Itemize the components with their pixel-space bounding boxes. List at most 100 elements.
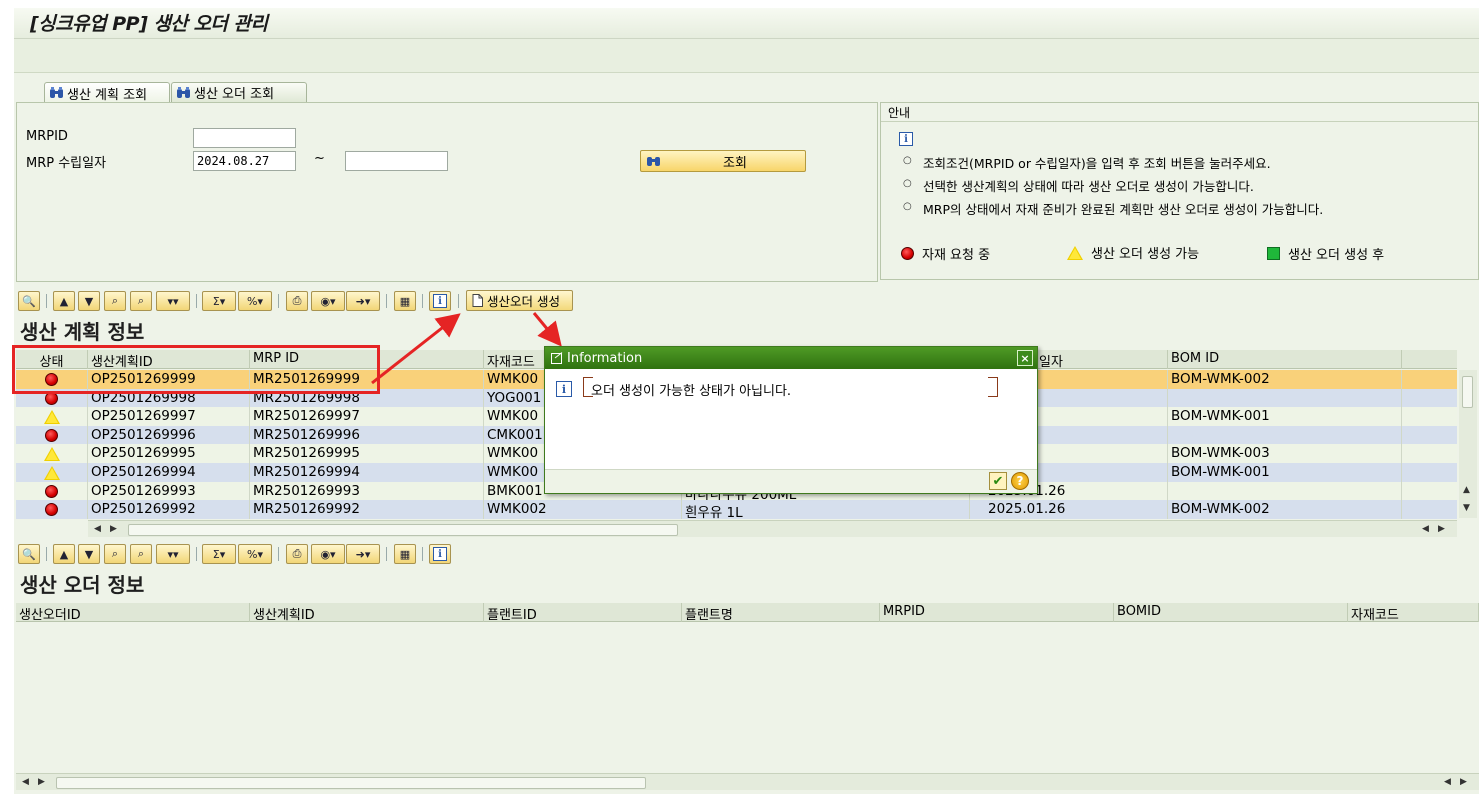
create-order-button[interactable]: 생산오더 생성: [466, 290, 573, 311]
table-row[interactable]: OP2501269992 MR2501269992 WMK002 흰우유 1L 2025…: [16, 500, 1457, 520]
filter-icon[interactable]: ▾▾: [156, 291, 190, 311]
column-header-mrp-id[interactable]: MRP ID: [250, 350, 484, 369]
column-header-bom-id[interactable]: BOM ID: [1168, 350, 1402, 369]
bom-id-cell[interactable]: BOM-WMK-003: [1168, 444, 1402, 464]
views-icon[interactable]: ◉▾: [311, 291, 345, 311]
plan-id-cell[interactable]: OP2501269993: [88, 481, 250, 501]
scroll-left-arrow-icon[interactable]: ◀: [94, 524, 101, 534]
column-header-material-code[interactable]: 자재코드: [1348, 603, 1479, 622]
mrp-id-cell[interactable]: MR2501269992: [250, 500, 484, 520]
print-icon[interactable]: ⎙: [286, 291, 308, 311]
mrp-id-cell[interactable]: MR2501269995: [250, 444, 484, 464]
plan-id-cell[interactable]: OP2501269992: [88, 500, 250, 520]
tab-plan-query[interactable]: 생산 계획 조회: [44, 82, 170, 103]
plan-id-cell[interactable]: OP2501269997: [88, 407, 250, 427]
column-header-bomid[interactable]: BOMID: [1114, 603, 1348, 622]
plan-id-cell[interactable]: OP2501269995: [88, 444, 250, 464]
subtotal-icon[interactable]: %▾: [238, 544, 272, 564]
scroll-right-arrow-icon[interactable]: ▶: [38, 777, 45, 787]
tab-order-query[interactable]: 생산 오더 조회: [171, 82, 307, 102]
scroll-left-arrow-icon[interactable]: ◀: [1422, 524, 1429, 534]
column-header-plan-id[interactable]: 생산계획ID: [88, 350, 250, 369]
scroll-up-arrow-icon[interactable]: ▲: [1463, 485, 1470, 495]
scroll-thumb[interactable]: [56, 777, 646, 789]
print-icon[interactable]: ⎙: [286, 544, 308, 564]
column-header-status[interactable]: 상태: [16, 350, 88, 369]
sort-ascending-icon[interactable]: ▲: [53, 544, 75, 564]
mrpid-input[interactable]: [193, 128, 296, 148]
bom-id-cell[interactable]: BOM-WMK-002: [1168, 500, 1402, 520]
scroll-right-arrow-icon[interactable]: ▶: [110, 524, 117, 534]
status-cell[interactable]: [16, 370, 88, 389]
find-next-icon[interactable]: ⌕: [130, 291, 152, 311]
bom-id-cell[interactable]: BOM-WMK-002: [1168, 370, 1402, 389]
plan-vertical-scrollbar[interactable]: ▲ ▼: [1459, 370, 1477, 518]
status-cell[interactable]: [16, 444, 88, 464]
search-button[interactable]: 조회: [640, 150, 806, 172]
layout-icon[interactable]: ▦: [394, 544, 416, 564]
filter-icon[interactable]: ▾▾: [156, 544, 190, 564]
material-code-cell[interactable]: WMK002: [484, 500, 682, 520]
plan-id-cell[interactable]: OP2501269998: [88, 388, 250, 408]
status-cell[interactable]: [16, 500, 88, 520]
bom-id-cell[interactable]: [1168, 388, 1402, 408]
export-icon[interactable]: ➜▾: [346, 291, 380, 311]
column-header-plant-id[interactable]: 플랜트ID: [484, 603, 682, 622]
status-cell[interactable]: [16, 425, 88, 445]
bom-id-cell[interactable]: [1168, 425, 1402, 445]
plan-id-cell[interactable]: OP2501269994: [88, 463, 250, 482]
subtotal-icon[interactable]: %▾: [238, 291, 272, 311]
scroll-left-arrow-icon[interactable]: ◀: [1444, 777, 1451, 787]
status-cell[interactable]: [16, 463, 88, 482]
find-icon[interactable]: ⌕: [104, 544, 126, 564]
sort-descending-icon[interactable]: ▼: [78, 544, 100, 564]
export-icon[interactable]: ➜▾: [346, 544, 380, 564]
layout-icon[interactable]: ▦: [394, 291, 416, 311]
status-cell[interactable]: [16, 388, 88, 408]
scroll-thumb[interactable]: [128, 524, 678, 536]
dialog-title-bar[interactable]: Information: [545, 347, 1037, 369]
mrp-id-cell[interactable]: MR2501269998: [250, 388, 484, 408]
detail-icon[interactable]: 🔍: [18, 544, 40, 564]
sum-icon[interactable]: Σ▾: [202, 291, 236, 311]
column-header-plant-name[interactable]: 플랜트명: [682, 603, 880, 622]
bom-id-cell[interactable]: BOM-WMK-001: [1168, 407, 1402, 427]
info-icon[interactable]: i: [429, 291, 451, 311]
find-icon[interactable]: ⌕: [104, 291, 126, 311]
scroll-right-arrow-icon[interactable]: ▶: [1438, 524, 1445, 534]
mrp-id-cell[interactable]: MR2501269993: [250, 481, 484, 501]
date-from-input[interactable]: 2024.08.27: [193, 151, 296, 171]
help-icon[interactable]: ?: [1011, 472, 1029, 490]
column-header-mrpid[interactable]: MRPID: [880, 603, 1114, 622]
mrp-id-cell[interactable]: MR2501269997: [250, 407, 484, 427]
sort-descending-icon[interactable]: ▼: [78, 291, 100, 311]
views-icon[interactable]: ◉▾: [311, 544, 345, 564]
material-name-cell[interactable]: 흰우유 1L: [682, 500, 970, 520]
date-to-input[interactable]: [345, 151, 448, 171]
order-horizontal-scrollbar[interactable]: ◀ ▶ ◀ ▶: [16, 773, 1479, 790]
close-icon[interactable]: ×: [1017, 350, 1033, 366]
scroll-down-arrow-icon[interactable]: ▼: [1463, 503, 1470, 513]
mrp-id-cell[interactable]: MR2501269999: [250, 370, 484, 389]
find-next-icon[interactable]: ⌕: [130, 544, 152, 564]
status-cell[interactable]: [16, 407, 88, 427]
column-header-order-id[interactable]: 생산오더ID: [16, 603, 250, 622]
bom-id-cell[interactable]: BOM-WMK-001: [1168, 463, 1402, 482]
plan-id-cell[interactable]: OP2501269996: [88, 425, 250, 445]
column-header-plan-id[interactable]: 생산계획ID: [250, 603, 484, 622]
sort-ascending-icon[interactable]: ▲: [53, 291, 75, 311]
bom-id-cell[interactable]: [1168, 481, 1402, 501]
scroll-right-arrow-icon[interactable]: ▶: [1460, 777, 1467, 787]
mrp-id-cell[interactable]: MR2501269994: [250, 463, 484, 482]
scroll-thumb[interactable]: [1462, 376, 1473, 408]
date-cell[interactable]: 2025.01.26: [970, 500, 1168, 520]
mrp-id-cell[interactable]: MR2501269996: [250, 425, 484, 445]
plan-horizontal-scrollbar[interactable]: ◀ ▶ ◀ ▶: [88, 520, 1457, 537]
scroll-left-arrow-icon[interactable]: ◀: [22, 777, 29, 787]
confirm-check-icon[interactable]: ✔: [989, 472, 1007, 490]
sum-icon[interactable]: Σ▾: [202, 544, 236, 564]
plan-id-cell[interactable]: OP2501269999: [88, 370, 250, 389]
detail-icon[interactable]: 🔍: [18, 291, 40, 311]
status-cell[interactable]: [16, 481, 88, 501]
info-icon[interactable]: i: [429, 544, 451, 564]
